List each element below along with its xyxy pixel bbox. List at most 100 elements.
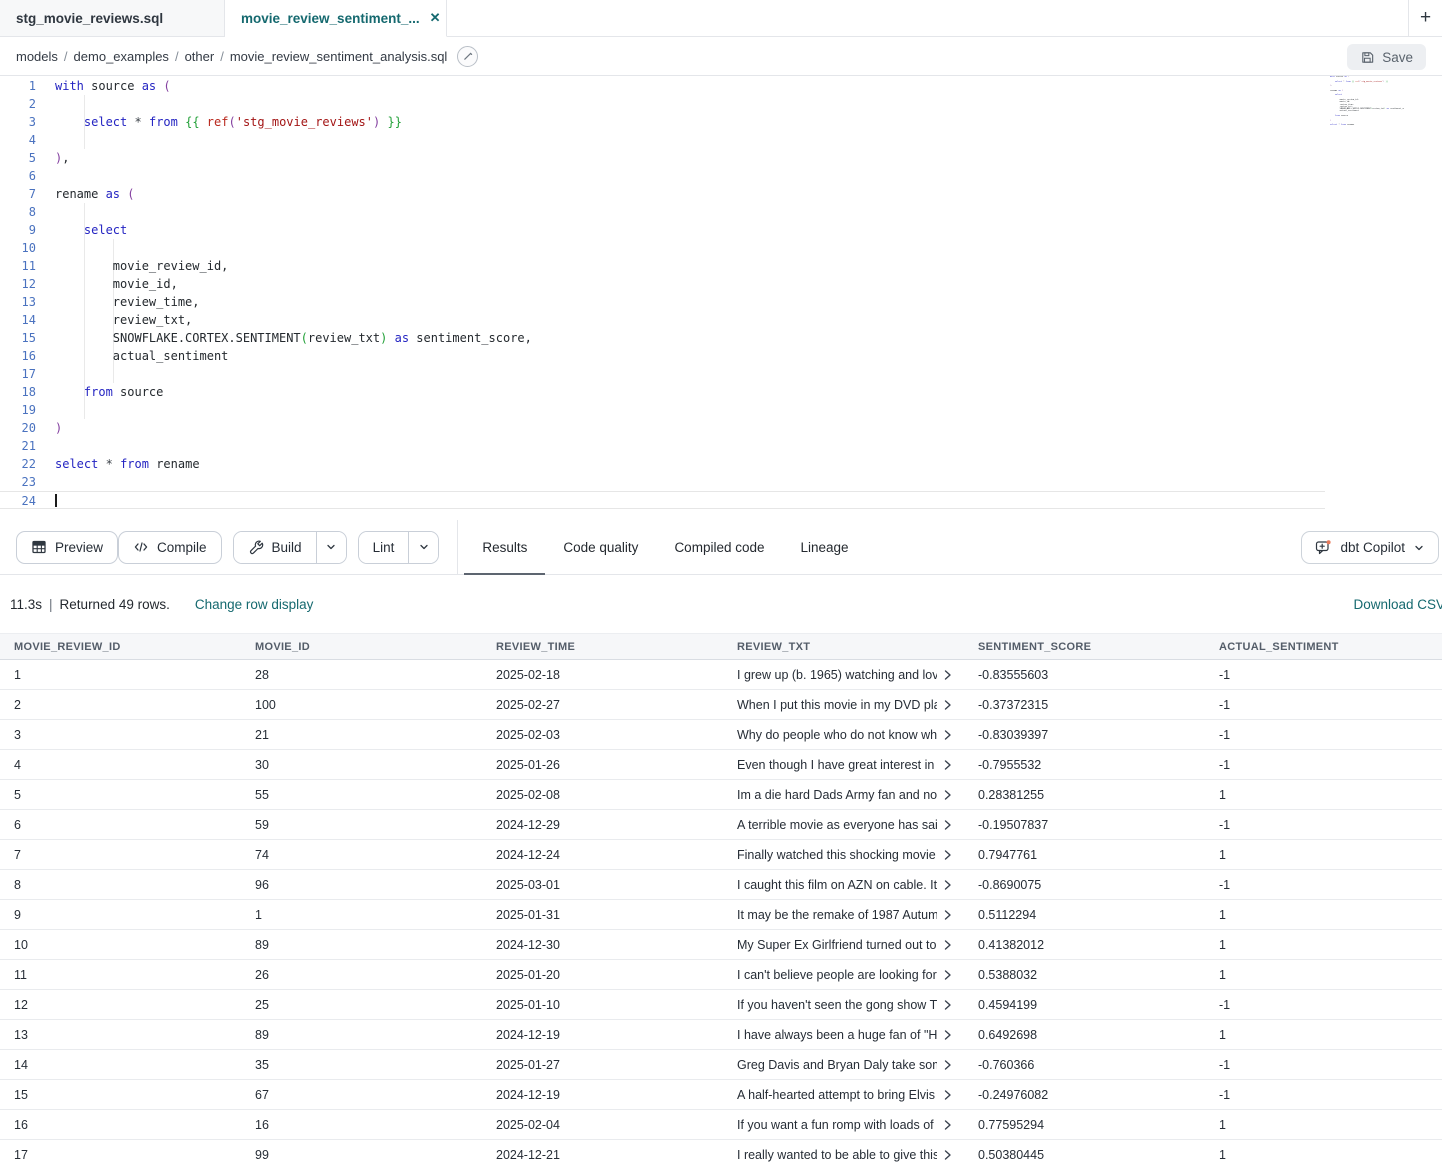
code-line[interactable]: 19: [0, 401, 1325, 419]
cell-review-txt: Finally watched this shocking movie la…: [723, 848, 964, 862]
cell-movie-review-id: 2: [0, 698, 241, 712]
code-editor[interactable]: 1with source as (23 select * from {{ ref…: [0, 76, 1442, 520]
code-text: review_time,: [36, 295, 200, 309]
text-cursor: [55, 494, 57, 507]
expand-review-icon[interactable]: [944, 969, 952, 981]
compile-button[interactable]: Compile: [118, 531, 222, 564]
expand-review-icon[interactable]: [944, 879, 952, 891]
lint-label: Lint: [373, 540, 395, 555]
new-tab-button[interactable]: +: [1408, 0, 1442, 36]
cell-movie-id: 26: [241, 968, 482, 982]
code-line[interactable]: 2: [0, 95, 1325, 113]
code-line[interactable]: 9 select: [0, 221, 1325, 239]
close-tab-icon[interactable]: ✕: [430, 10, 441, 26]
tab-label: stg_movie_reviews.sql: [16, 11, 163, 26]
code-text: [36, 367, 55, 381]
expand-review-icon[interactable]: [944, 849, 952, 861]
code-line[interactable]: 22select * from rename: [0, 455, 1325, 473]
code-line[interactable]: 6: [0, 167, 1325, 185]
preview-button[interactable]: Preview: [16, 531, 118, 564]
cell-movie-id: 21: [241, 728, 482, 742]
breadcrumb-models[interactable]: models: [16, 49, 58, 64]
code-token: *: [106, 457, 113, 471]
expand-review-icon[interactable]: [944, 1089, 952, 1101]
code-line[interactable]: 10: [0, 239, 1325, 257]
code-line[interactable]: 15 SNOWFLAKE.CORTEX.SENTIMENT(review_txt…: [0, 329, 1325, 347]
line-number: 8: [0, 203, 36, 221]
expand-review-icon[interactable]: [944, 759, 952, 771]
expand-review-icon[interactable]: [944, 1029, 952, 1041]
code-line[interactable]: 23: [0, 473, 1325, 491]
change-row-display-link[interactable]: Change row display: [195, 597, 314, 612]
expand-review-icon[interactable]: [944, 1059, 952, 1071]
cell-sentiment-score: -0.8690075: [964, 878, 1205, 892]
expand-review-icon[interactable]: [944, 729, 952, 741]
lint-dropdown-chevron-icon[interactable]: [408, 532, 438, 563]
minimap-token: actual_sentiment: [1330, 110, 1359, 112]
expand-review-icon[interactable]: [944, 939, 952, 951]
code-line[interactable]: 16 actual_sentiment: [0, 347, 1325, 365]
tab-stg-movie-reviews[interactable]: stg_movie_reviews.sql: [0, 0, 225, 37]
breadcrumb-other[interactable]: other: [185, 49, 215, 64]
code-line[interactable]: 13 review_time,: [0, 293, 1325, 311]
review-text: Even though I have great interest in Bi…: [737, 758, 937, 772]
build-dropdown-chevron-icon[interactable]: [316, 532, 346, 563]
code-text: select: [36, 223, 127, 237]
expand-review-icon[interactable]: [944, 1149, 952, 1161]
code-line[interactable]: 4: [0, 131, 1325, 149]
download-csv-link[interactable]: Download CSV: [1353, 597, 1442, 612]
minimap-token: select: [1335, 81, 1342, 83]
tab-movie-review-sentiment[interactable]: movie_review_sentiment_... ✕: [225, 0, 447, 37]
code-line[interactable]: 21: [0, 437, 1325, 455]
line-number: 16: [0, 347, 36, 365]
tab-lineage[interactable]: Lineage: [783, 520, 867, 575]
cell-review-time: 2025-01-31: [482, 908, 723, 922]
lint-button[interactable]: Lint: [359, 532, 409, 563]
cell-sentiment-score: -0.7955532: [964, 758, 1205, 772]
code-line[interactable]: 3 select * from {{ ref('stg_movie_review…: [0, 113, 1325, 131]
save-button[interactable]: Save: [1347, 44, 1426, 70]
tab-label: movie_review_sentiment_...: [241, 11, 420, 26]
code-token: movie_id,: [55, 277, 178, 291]
cell-review-time: 2024-12-19: [482, 1028, 723, 1042]
file-action-icon[interactable]: [457, 46, 478, 67]
code-token: [55, 115, 84, 129]
tab-code-quality[interactable]: Code quality: [545, 520, 656, 575]
tab-results[interactable]: Results: [464, 520, 545, 575]
cell-review-time: 2024-12-24: [482, 848, 723, 862]
expand-review-icon[interactable]: [944, 819, 952, 831]
code-line[interactable]: 14 review_txt,: [0, 311, 1325, 329]
expand-review-icon[interactable]: [944, 909, 952, 921]
line-number: 19: [0, 401, 36, 419]
expand-review-icon[interactable]: [944, 699, 952, 711]
toolbar-divider: [457, 520, 458, 575]
tab-compiled-code[interactable]: Compiled code: [656, 520, 782, 575]
code-line[interactable]: 8: [0, 203, 1325, 221]
code-token: source: [113, 385, 164, 399]
code-line[interactable]: 12 movie_id,: [0, 275, 1325, 293]
expand-review-icon[interactable]: [944, 1119, 952, 1131]
code-line[interactable]: 11 movie_review_id,: [0, 257, 1325, 275]
cell-movie-id: 67: [241, 1088, 482, 1102]
expand-review-icon[interactable]: [944, 999, 952, 1011]
code-line[interactable]: 17: [0, 365, 1325, 383]
code-line[interactable]: 7rename as (: [0, 185, 1325, 203]
code-line[interactable]: 5),: [0, 149, 1325, 167]
expand-review-icon[interactable]: [944, 669, 952, 681]
code-line[interactable]: 1with source as (: [0, 77, 1325, 95]
dbt-copilot-button[interactable]: dbt Copilot: [1301, 531, 1439, 564]
code-text: select * from rename: [36, 457, 200, 471]
code-minimap[interactable]: with source as ( select * from {{ ref('s…: [1330, 76, 1404, 131]
code-line[interactable]: 18 from source: [0, 383, 1325, 401]
breadcrumb-demo-examples[interactable]: demo_examples: [74, 49, 169, 64]
code-line[interactable]: 24: [0, 491, 1325, 509]
cell-sentiment-score: -0.83039397: [964, 728, 1205, 742]
build-button[interactable]: Build: [234, 532, 316, 563]
line-number: 17: [0, 365, 36, 383]
expand-review-icon[interactable]: [944, 789, 952, 801]
code-token: (: [301, 331, 308, 345]
minimap-token: select: [1335, 94, 1342, 96]
code-line[interactable]: 20): [0, 419, 1325, 437]
code-token: as: [106, 187, 120, 201]
cell-movie-id: 30: [241, 758, 482, 772]
